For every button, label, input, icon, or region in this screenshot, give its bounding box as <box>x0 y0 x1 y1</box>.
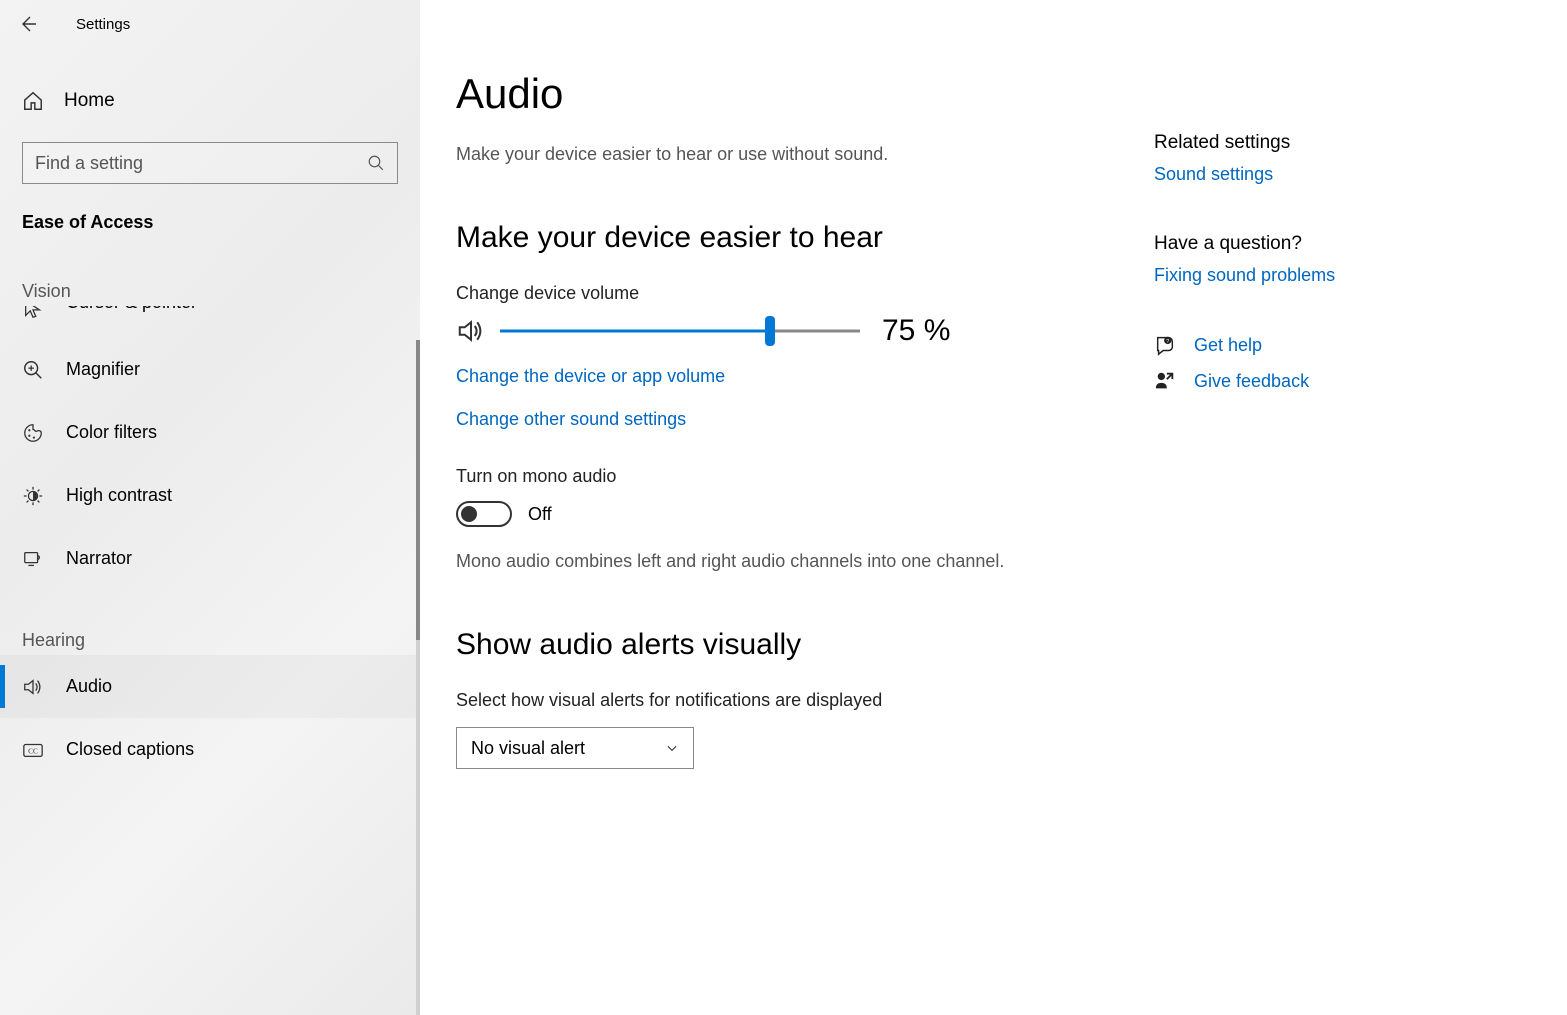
group-header-vision: Vision <box>0 281 420 302</box>
slider-fill <box>500 330 770 333</box>
related-settings-block: Related settings Sound settings <box>1154 132 1516 185</box>
nav-label: Closed captions <box>66 739 194 760</box>
link-other-sound-settings[interactable]: Change other sound settings <box>456 409 686 430</box>
svg-text:?: ? <box>1166 339 1169 345</box>
sidebar-scrollbar[interactable] <box>416 340 420 1015</box>
scrollbar-thumb[interactable] <box>416 340 420 640</box>
nav-label: Color filters <box>66 422 157 443</box>
give-feedback-row[interactable]: Give feedback <box>1154 370 1516 392</box>
link-sound-settings[interactable]: Sound settings <box>1154 164 1516 185</box>
volume-slider[interactable] <box>500 316 860 346</box>
arrow-left-icon <box>18 14 38 34</box>
sidebar-item-narrator[interactable]: Narrator <box>0 527 420 590</box>
sidebar-home-label: Home <box>64 90 115 112</box>
nav-label: Narrator <box>66 548 132 569</box>
mono-description: Mono audio combines left and right audio… <box>456 551 1136 572</box>
slider-thumb[interactable] <box>765 316 775 346</box>
search-input[interactable] <box>35 153 367 174</box>
home-icon <box>22 90 44 112</box>
sidebar-item-audio[interactable]: Audio <box>0 655 420 718</box>
page-subtitle: Make your device easier to hear or use w… <box>456 144 1136 165</box>
cursor-icon <box>22 306 44 320</box>
select-value: No visual alert <box>471 738 585 759</box>
volume-percent: 75 % <box>882 314 950 348</box>
sidebar-item-magnifier[interactable]: Magnifier <box>0 338 420 401</box>
toggle-knob <box>461 506 477 522</box>
sidebar-item-color-filters[interactable]: Color filters <box>0 401 420 464</box>
chevron-down-icon <box>665 741 679 755</box>
related-settings-hdr: Related settings <box>1154 132 1516 154</box>
search-icon <box>367 154 385 172</box>
get-help-row[interactable]: ? Get help <box>1154 334 1516 356</box>
link-get-help[interactable]: Get help <box>1194 335 1262 356</box>
title-bar: Settings <box>0 0 420 48</box>
main-area: Audio Make your device easier to hear or… <box>420 0 1567 1015</box>
section-easier-to-hear: Make your device easier to hear <box>456 221 1136 255</box>
contrast-icon <box>22 485 44 507</box>
visual-alert-select[interactable]: No visual alert <box>456 727 694 769</box>
question-hdr: Have a question? <box>1154 233 1516 255</box>
group-header-hearing: Hearing <box>0 630 420 651</box>
mono-audio-toggle[interactable] <box>456 501 512 527</box>
volume-row: 75 % <box>456 314 1136 348</box>
sidebar-item-closed-captions[interactable]: CC Closed captions <box>0 718 420 781</box>
mono-toggle-row: Off <box>456 501 1136 527</box>
speaker-icon <box>22 676 44 698</box>
palette-icon <box>22 422 44 444</box>
sidebar-item-high-contrast[interactable]: High contrast <box>0 464 420 527</box>
content: Audio Make your device easier to hear or… <box>456 70 1136 1015</box>
feedback-icon <box>1154 370 1176 392</box>
narrator-icon <box>22 548 44 570</box>
section-audio-alerts: Show audio alerts visually <box>456 628 1136 662</box>
volume-icon <box>456 316 486 346</box>
nav-label: Magnifier <box>66 359 140 380</box>
volume-label: Change device volume <box>456 283 1136 304</box>
question-block: Have a question? Fixing sound problems <box>1154 233 1516 286</box>
nav-label: Audio <box>66 676 112 697</box>
nav-list: Cursor & pointer Magnifier Color filters… <box>0 306 420 781</box>
mono-audio-label: Turn on mono audio <box>456 466 1136 487</box>
link-fixing-sound[interactable]: Fixing sound problems <box>1154 265 1516 286</box>
app-title: Settings <box>76 16 130 33</box>
svg-text:CC: CC <box>28 746 38 755</box>
back-button[interactable] <box>14 10 42 38</box>
sidebar-item-cursor-pointer[interactable]: Cursor & pointer <box>0 306 420 338</box>
magnifier-icon <box>22 359 44 381</box>
link-change-device-volume[interactable]: Change the device or app volume <box>456 366 725 387</box>
sidebar: Settings Home Ease of Access Vision Curs… <box>0 0 420 1015</box>
category-header: Ease of Access <box>0 184 420 233</box>
page-title: Audio <box>456 70 1136 118</box>
search-box[interactable] <box>22 142 398 184</box>
cc-icon: CC <box>22 739 44 761</box>
help-icon: ? <box>1154 334 1176 356</box>
nav-label: Cursor & pointer <box>66 306 197 313</box>
link-give-feedback[interactable]: Give feedback <box>1194 371 1309 392</box>
sidebar-home[interactable]: Home <box>0 78 420 124</box>
support-block: ? Get help Give feedback <box>1154 334 1516 392</box>
nav-label: High contrast <box>66 485 172 506</box>
mono-state-label: Off <box>528 504 552 525</box>
visual-alert-label: Select how visual alerts for notificatio… <box>456 690 1136 711</box>
right-rail: Related settings Sound settings Have a q… <box>1136 70 1516 1015</box>
